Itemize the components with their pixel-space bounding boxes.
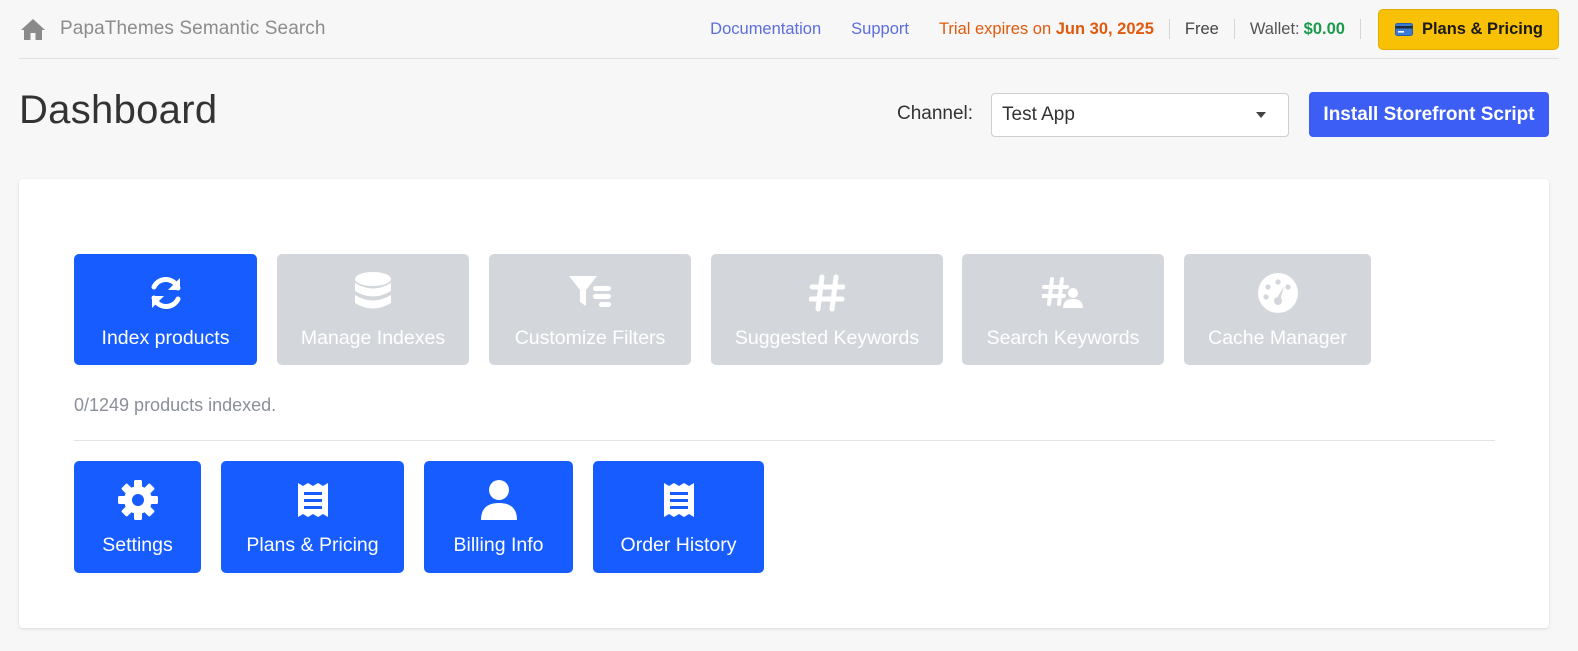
gauge-icon	[1257, 271, 1298, 315]
customize-filters-tile[interactable]: Customize Filters	[489, 254, 691, 365]
page-title: Dashboard	[19, 88, 218, 132]
filter-list-icon	[569, 271, 611, 315]
top-bar: PapaThemes Semantic Search Documentation…	[19, 0, 1559, 59]
trial-prefix: Trial expires on	[938, 19, 1052, 38]
index-status: 0/1249 products indexed.	[74, 395, 277, 415]
divider	[1168, 19, 1170, 39]
plan-name: Free	[1184, 19, 1219, 38]
divider	[1359, 19, 1361, 39]
suggested-keywords-tile[interactable]: Suggested Keywords	[711, 254, 943, 365]
trial-date: Jun 30, 2025	[1055, 19, 1154, 38]
tile-label: Billing Info	[453, 534, 544, 556]
channel-select[interactable]: Test App	[991, 93, 1289, 137]
tile-label: Plans & Pricing	[246, 534, 379, 556]
index-products-tile[interactable]: Index products	[74, 254, 257, 365]
plans-pricing-tile[interactable]: Plans & Pricing	[221, 461, 404, 573]
section-divider	[74, 440, 1495, 441]
tile-label: Manage Indexes	[300, 327, 446, 349]
divider	[1233, 19, 1235, 39]
tile-label: Cache Manager	[1208, 327, 1347, 349]
app-title: PapaThemes Semantic Search	[60, 18, 326, 39]
tile-label: Order History	[620, 534, 737, 556]
tile-label: Index products	[101, 327, 230, 349]
sync-icon	[146, 271, 186, 315]
credit-card-icon	[1394, 22, 1413, 36]
brand: PapaThemes Semantic Search	[19, 17, 710, 41]
wallet-label: Wallet:	[1249, 19, 1300, 38]
tile-label: Settings	[102, 534, 173, 556]
cache-manager-tile[interactable]: Cache Manager	[1184, 254, 1371, 365]
channel-label: Channel:	[897, 103, 974, 124]
hashtag-user-icon	[1042, 271, 1084, 315]
caret-down-icon	[1256, 112, 1266, 118]
wallet: Wallet: $0.00	[1250, 20, 1345, 39]
receipt-icon	[663, 478, 694, 522]
tile-label: Customize Filters	[514, 327, 666, 349]
top-nav: Documentation Support Trial expires on J…	[710, 0, 1559, 58]
tile-label: Suggested Keywords	[734, 327, 920, 349]
tile-label: Search Keywords	[986, 327, 1140, 349]
gear-icon	[117, 478, 158, 522]
install-storefront-script-button[interactable]: Install Storefront Script	[1309, 92, 1549, 137]
receipt-icon	[297, 478, 328, 522]
settings-tile[interactable]: Settings	[74, 461, 201, 573]
user-icon	[480, 478, 517, 522]
documentation-link[interactable]: Documentation	[710, 20, 821, 39]
home-icon[interactable]	[21, 17, 47, 41]
plans-pricing-button[interactable]: Plans & Pricing	[1377, 8, 1559, 50]
database-icon	[355, 271, 391, 315]
channel-value: Test App	[1002, 104, 1075, 125]
wallet-amount: $0.00	[1303, 19, 1345, 38]
trial-notice: Trial expires on Jun 30, 2025	[939, 20, 1154, 39]
manage-indexes-tile[interactable]: Manage Indexes	[277, 254, 469, 365]
support-link[interactable]: Support	[851, 20, 909, 39]
search-keywords-tile[interactable]: Search Keywords	[962, 254, 1164, 365]
order-history-tile[interactable]: Order History	[593, 461, 764, 573]
hashtag-icon	[809, 271, 845, 315]
dashboard-panel: Index products Manage Indexes Customize …	[19, 179, 1549, 628]
plans-pricing-label: Plans & Pricing	[1421, 19, 1543, 38]
billing-info-tile[interactable]: Billing Info	[424, 461, 573, 573]
